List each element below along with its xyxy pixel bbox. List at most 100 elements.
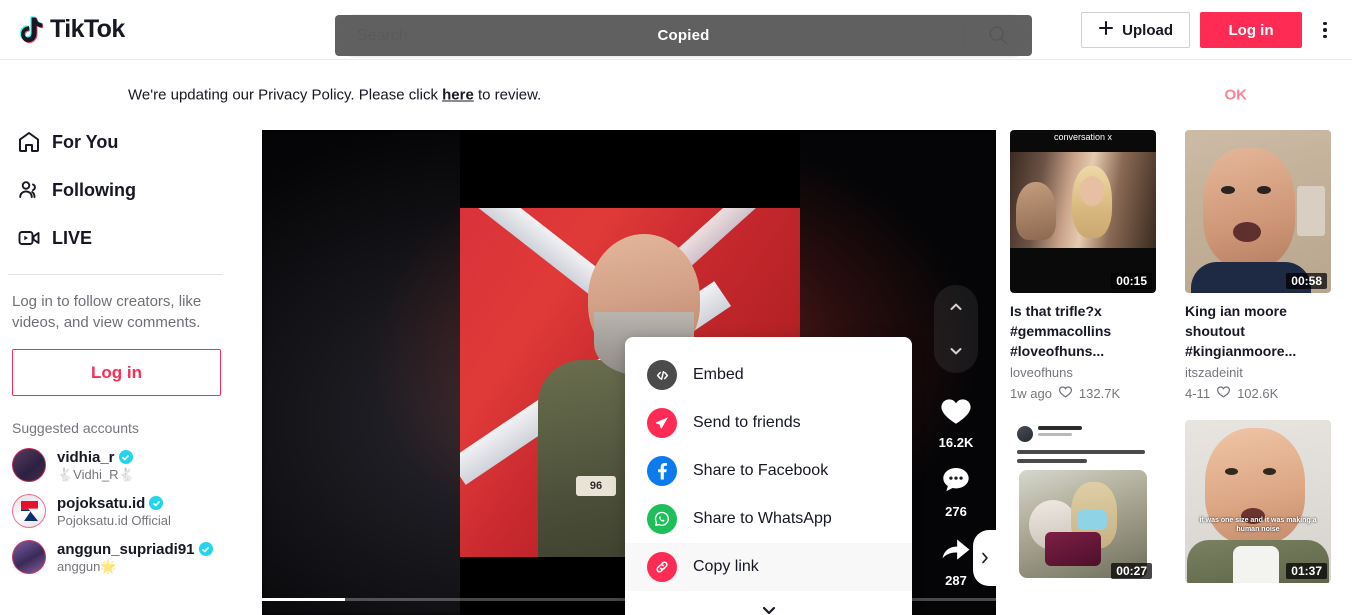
recommended-video-card[interactable]: 00:58 King ian moore shoutout #kingianmo… [1185, 130, 1331, 402]
thumbnail-overlay-caption: it was one size and it was making a huma… [1199, 517, 1317, 533]
thumbnail-art [1221, 186, 1235, 194]
video-thumbnail[interactable]: conversation x 00:15 [1010, 130, 1156, 293]
video-navigation-buttons[interactable] [934, 285, 978, 373]
tiktok-note-icon [16, 15, 44, 45]
verified-badge-icon [118, 450, 133, 464]
privacy-ok-button[interactable]: OK [1225, 87, 1248, 104]
heart-icon [934, 389, 978, 433]
chevron-right-icon [982, 552, 988, 564]
thumbnail-art [1257, 186, 1271, 194]
left-sidebar: For You Following LIVE Log in to follow … [0, 118, 240, 615]
video-duration-badge: 00:58 [1286, 273, 1327, 289]
verified-badge-icon [149, 496, 164, 510]
account-name-row: anggun_supriadi91 [57, 541, 213, 558]
privacy-text-before: We're updating our Privacy Policy. Pleas… [128, 86, 443, 104]
recommended-video-card[interactable]: conversation x 00:15 Is that trifle?x #g… [1010, 130, 1156, 402]
avatar [12, 448, 46, 482]
privacy-policy-link[interactable]: here [442, 87, 474, 104]
suggested-accounts-heading: Suggested accounts [12, 420, 139, 436]
video-author: loveofhuns [1010, 365, 1073, 380]
code-embed-icon [647, 360, 677, 390]
sidebar-label-live: LIVE [52, 227, 93, 248]
share-menu-item-whatsapp[interactable]: Share to WhatsApp [625, 495, 912, 543]
thumbnail-art [1233, 222, 1261, 242]
video-title: Is that trifle?x #gemmacollins #loveofhu… [1010, 303, 1112, 359]
share-arrow-icon [934, 527, 978, 571]
share-menu-label: Copy link [693, 558, 759, 575]
account-text: pojoksatu.id Pojoksatu.id Official [57, 495, 171, 528]
account-text: vidhia_r 🐇Vidhi_R🐇 [57, 449, 135, 482]
nav-right-actions: Upload Log in [1081, 0, 1338, 60]
recommended-video-card[interactable]: 00:27 [1010, 420, 1156, 583]
video-title: King ian moore shoutout #kingianmoore... [1185, 303, 1297, 359]
video-duration-badge: 00:15 [1111, 273, 1152, 289]
chevron-down-icon[interactable] [948, 343, 964, 359]
sidebar-item-following[interactable]: Following [8, 166, 240, 214]
live-video-icon [16, 225, 42, 251]
account-text: anggun_supriadi91 anggun🌟 [57, 541, 213, 574]
share-button[interactable]: 287 [934, 527, 978, 588]
upload-button[interactable]: Upload [1081, 12, 1190, 48]
suggested-account-item[interactable]: pojoksatu.id Pojoksatu.id Official [8, 488, 240, 534]
copied-toast: Copied [335, 15, 1032, 56]
recommended-videos-list: conversation x 00:15 Is that trifle?x #g… [1010, 130, 1352, 615]
video-thumbnail[interactable]: 00:27 [1010, 420, 1156, 583]
video-duration-badge: 01:37 [1286, 563, 1327, 579]
share-menu-item-send-to-friends[interactable]: Send to friends [625, 399, 912, 447]
plus-icon [1098, 20, 1114, 40]
thumbnail-art [1080, 176, 1104, 206]
video-progress-fill [262, 598, 345, 601]
thumbnail-art [1017, 426, 1033, 442]
account-subtitle: 🐇Vidhi_R🐇 [57, 466, 135, 482]
send-paper-plane-icon [647, 408, 677, 438]
login-button[interactable]: Log in [1200, 12, 1302, 48]
avatar [12, 494, 46, 528]
like-button[interactable]: 16.2K [934, 389, 978, 450]
video-timestamp: 4-11 [1185, 385, 1211, 401]
share-menu-item-copy-link[interactable]: Copy link [625, 543, 912, 591]
facebook-icon [647, 456, 677, 486]
kebab-menu-icon[interactable] [1312, 12, 1338, 48]
sidebar-label-for-you: For You [52, 131, 119, 152]
video-meta: 1w ago 132.7K [1010, 384, 1156, 402]
thumbnail-art [1038, 433, 1072, 436]
video-letterbox-top [460, 130, 800, 208]
share-menu-item-embed[interactable]: Embed [625, 351, 912, 399]
link-chain-icon [647, 552, 677, 582]
video-thumbnail[interactable]: 00:58 [1185, 130, 1331, 293]
video-thumbnail[interactable]: it was one size and it was making a huma… [1185, 420, 1331, 583]
account-username: pojoksatu.id [57, 494, 146, 512]
thumbnail-art [1019, 470, 1147, 578]
share-count: 287 [945, 573, 967, 588]
comment-button[interactable]: 276 [934, 458, 978, 519]
share-menu-expand-button[interactable] [625, 591, 912, 615]
tiktok-logo[interactable]: TikTok [16, 15, 216, 45]
share-menu-item-facebook[interactable]: Share to Facebook [625, 447, 912, 495]
comment-icon [934, 458, 978, 502]
chevron-down-icon [759, 600, 779, 615]
privacy-text-after: to review. [473, 86, 542, 104]
thumbnail-art [1233, 546, 1279, 583]
verified-badge-icon [198, 542, 213, 556]
video-like-count: 102.6K [1237, 385, 1279, 401]
thumbnail-art [1017, 450, 1145, 454]
account-name-row: pojoksatu.id [57, 495, 171, 512]
suggested-account-item[interactable]: anggun_supriadi91 anggun🌟 [8, 534, 240, 580]
account-subtitle: Pojoksatu.id Official [57, 512, 171, 528]
sidebar-item-live[interactable]: LIVE [8, 214, 240, 262]
share-menu-label: Send to friends [693, 414, 801, 431]
video-like-count: 132.7K [1078, 385, 1121, 401]
account-name-row: vidhia_r [57, 449, 135, 466]
people-icon [16, 177, 42, 203]
sidebar-login-button[interactable]: Log in [12, 349, 221, 396]
thumbnail-overlay-caption: conversation x [1053, 132, 1113, 142]
upload-button-label: Upload [1122, 21, 1173, 39]
like-count: 16.2K [938, 435, 974, 450]
thumbnail-art [1225, 468, 1238, 475]
whatsapp-icon [647, 504, 677, 534]
suggested-account-item[interactable]: vidhia_r 🐇Vidhi_R🐇 [8, 442, 240, 488]
chevron-up-icon[interactable] [948, 299, 964, 315]
video-side-expand-tab[interactable] [973, 530, 996, 586]
recommended-video-card[interactable]: it was one size and it was making a huma… [1185, 420, 1331, 583]
privacy-policy-banner: We're updating our Privacy Policy. Pleas… [0, 61, 1352, 130]
